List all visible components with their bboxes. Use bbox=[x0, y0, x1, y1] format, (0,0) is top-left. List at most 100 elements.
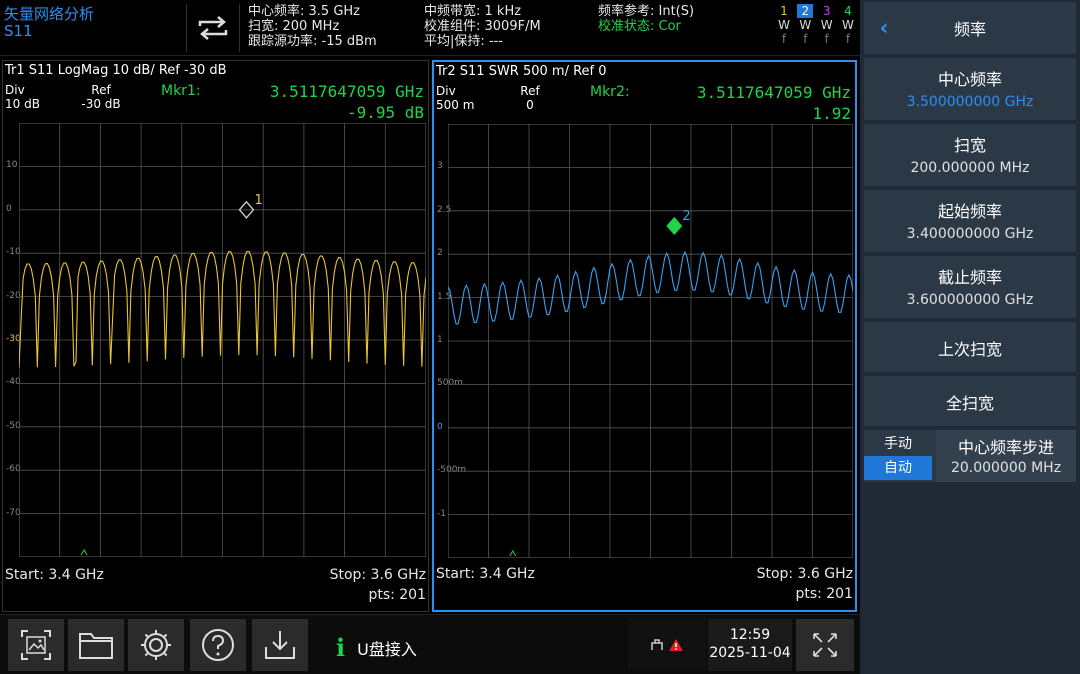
measurement-name: S11 bbox=[4, 22, 33, 40]
freq-step-key[interactable]: 手动 自动 中心频率步进 20.000000 MHz bbox=[864, 430, 1076, 482]
y-tick-label: 0 bbox=[437, 421, 443, 432]
gear-icon bbox=[141, 630, 171, 660]
repeat-icon bbox=[198, 16, 228, 40]
sweep-info[interactable]: 中心频率: 3.5 GHz 扫宽: 200 MHz 跟踪源功率: -15 dBm bbox=[248, 4, 377, 49]
trace1-div-label: Div bbox=[5, 83, 25, 97]
channel-3-f: f bbox=[824, 32, 829, 46]
settings-button[interactable] bbox=[128, 619, 184, 671]
softkey-menu: ‹ 频率 中心频率 3.500000000 GHz 扫宽 200.000000 … bbox=[860, 0, 1080, 674]
trace2-div: Div 500 m bbox=[436, 84, 474, 112]
y-tick-label: 2 bbox=[437, 248, 443, 259]
save-button[interactable] bbox=[252, 619, 308, 671]
clock-date: 2025-11-04 bbox=[709, 645, 791, 661]
trace2-plot[interactable]: 2 bbox=[448, 124, 853, 558]
marker2-diamond-icon bbox=[666, 216, 683, 236]
trace2-div-label: Div bbox=[436, 84, 456, 98]
full-span-key[interactable]: 全扫宽 bbox=[864, 376, 1076, 426]
source-power-status: 跟踪源功率: -15 dBm bbox=[248, 34, 377, 49]
trace1-stop: Stop: 3.6 GHz bbox=[329, 567, 426, 583]
last-span-key[interactable]: 上次扫宽 bbox=[864, 322, 1076, 372]
help-icon bbox=[202, 629, 234, 661]
status-bar: 矢量网络分析 S11 中心频率: 3.5 GHz 扫宽: 200 MHz 跟踪源… bbox=[0, 0, 860, 56]
ref-info[interactable]: 频率参考: Int(S) 校准状态: Cor bbox=[598, 4, 694, 34]
trace1-start: Start: 3.4 GHz bbox=[5, 567, 104, 583]
start-freq-key[interactable]: 起始频率 3.400000000 GHz bbox=[864, 190, 1076, 252]
channel-1-number: 1 bbox=[780, 4, 788, 18]
center-freq-label: 中心频率 bbox=[937, 70, 1002, 89]
step-value: 20.000000 MHz bbox=[950, 460, 1062, 476]
y-tick-label: 10 bbox=[6, 160, 18, 171]
last-span-label: 上次扫宽 bbox=[937, 340, 1002, 359]
channel-2-number: 2 bbox=[797, 4, 814, 18]
trace1-marker-label: Mkr1: bbox=[161, 83, 201, 99]
usb-message: U盘接入 bbox=[357, 639, 417, 659]
trace1-marker-value: -9.95 dB bbox=[346, 103, 424, 122]
menu-header: ‹ 频率 bbox=[864, 2, 1076, 54]
span-status: 扫宽: 200 MHz bbox=[248, 19, 340, 34]
center-freq-value: 3.500000000 GHz bbox=[906, 94, 1034, 110]
stop-freq-label: 截止频率 bbox=[937, 268, 1002, 287]
fullscreen-icon bbox=[813, 633, 837, 657]
back-chevron-icon[interactable]: ‹ bbox=[864, 16, 904, 41]
trace2-ref-value: 0 bbox=[526, 98, 534, 112]
menu-title: 频率 bbox=[953, 20, 986, 39]
trace1-header: Tr1 S11 LogMag 10 dB/ Ref -30 dB bbox=[5, 63, 227, 78]
sweep-mode-button[interactable] bbox=[186, 4, 240, 52]
status-icons[interactable] bbox=[628, 619, 706, 671]
bottom-toolbar: i U盘接入 12:59 2025-11-04 bbox=[0, 614, 860, 674]
help-button[interactable] bbox=[190, 619, 246, 671]
y-tick-label: 3 bbox=[437, 161, 443, 172]
trace1-div: Div 10 dB bbox=[5, 83, 40, 111]
trace2-points: pts: 201 bbox=[795, 586, 853, 602]
app-title-block[interactable]: 矢量网络分析 S11 bbox=[4, 6, 94, 40]
step-text: 中心频率步进 20.000000 MHz bbox=[936, 430, 1076, 482]
info-icon: i bbox=[336, 633, 346, 662]
screenshot-button[interactable] bbox=[8, 619, 64, 671]
freq-ref-status: 频率参考: Int(S) bbox=[598, 4, 695, 19]
step-auto-option[interactable]: 自动 bbox=[864, 456, 932, 480]
trace2-panel[interactable]: Tr2 S11 SWR 500 m/ Ref 0 Div 500 m Ref 0… bbox=[432, 60, 857, 612]
if-info[interactable]: 中频带宽: 1 kHz 校准组件: 3009F/M 平均|保持: --- bbox=[424, 4, 541, 49]
cal-state-status: 校准状态: Cor bbox=[598, 19, 681, 34]
warning-icon bbox=[669, 639, 683, 651]
channel-indicator[interactable]: 1 2 3 4 W W W W f f f f bbox=[776, 4, 856, 46]
reference-caret-icon bbox=[80, 549, 88, 556]
trace2-marker-freq: 3.5117647059 GHz bbox=[696, 83, 851, 102]
trace2-ref-label: Ref bbox=[520, 84, 540, 98]
file-button[interactable] bbox=[68, 619, 124, 671]
trace1-points: pts: 201 bbox=[368, 587, 426, 603]
network-icon bbox=[651, 639, 663, 650]
start-freq-value: 3.400000000 GHz bbox=[906, 226, 1034, 242]
stop-freq-value: 3.600000000 GHz bbox=[906, 292, 1034, 308]
channel-3-number: 3 bbox=[822, 4, 831, 18]
step-label: 中心频率步进 bbox=[957, 438, 1054, 457]
center-freq-key[interactable]: 中心频率 3.500000000 GHz bbox=[864, 58, 1076, 120]
clock[interactable]: 12:59 2025-11-04 bbox=[708, 619, 792, 671]
span-label: 扫宽 bbox=[953, 136, 986, 155]
usb-notification: i U盘接入 bbox=[336, 633, 417, 662]
cal-kit-status: 校准组件: 3009F/M bbox=[424, 19, 541, 34]
trace1-ref: Ref -30 dB bbox=[81, 83, 121, 111]
trace1-plot[interactable]: 1 bbox=[19, 123, 426, 557]
span-key[interactable]: 扫宽 200.000000 MHz bbox=[864, 124, 1076, 186]
channel-4-number: 4 bbox=[844, 4, 852, 18]
avg-hold-status: 平均|保持: --- bbox=[424, 34, 503, 49]
channel-1-w: W bbox=[778, 18, 790, 32]
clock-time: 12:59 bbox=[729, 627, 771, 643]
trace1-panel[interactable]: Tr1 S11 LogMag 10 dB/ Ref -30 dB Div 10 … bbox=[2, 60, 429, 612]
trace2-start: Start: 3.4 GHz bbox=[436, 566, 535, 582]
trace1-ref-value: -30 dB bbox=[81, 97, 121, 111]
app-title: 矢量网络分析 bbox=[4, 5, 95, 23]
step-manual-option[interactable]: 手动 bbox=[864, 432, 932, 456]
trace2-marker-value: 1.92 bbox=[812, 104, 851, 123]
y-tick-label: -1 bbox=[437, 508, 446, 519]
fullscreen-button[interactable] bbox=[796, 619, 854, 671]
reference-caret-icon bbox=[509, 550, 517, 557]
if-bw-status: 中频带宽: 1 kHz bbox=[424, 4, 522, 19]
marker2-number: 2 bbox=[682, 209, 690, 224]
screenshot-icon bbox=[21, 630, 51, 660]
full-span-label: 全扫宽 bbox=[945, 394, 994, 413]
channel-4-f: f bbox=[845, 32, 851, 46]
stop-freq-key[interactable]: 截止频率 3.600000000 GHz bbox=[864, 256, 1076, 318]
trace2-div-value: 500 m bbox=[436, 98, 475, 112]
